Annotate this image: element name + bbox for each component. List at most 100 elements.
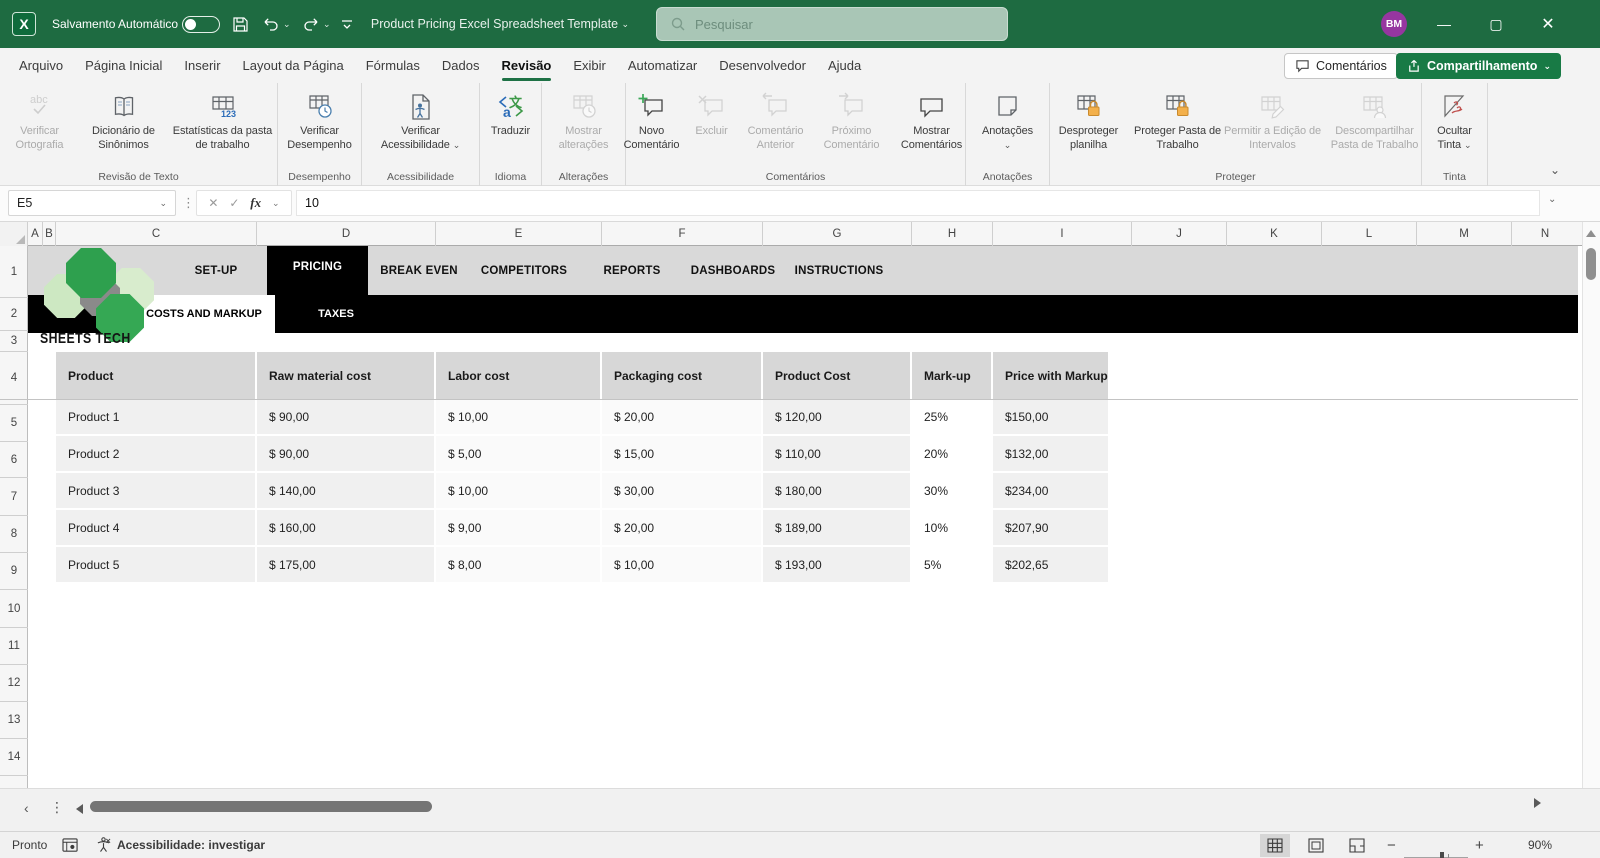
row-header-14[interactable]: 14 (0, 739, 28, 776)
header-product-cost[interactable]: Product Cost (763, 352, 912, 399)
new-comment-button[interactable]: Novo Comentário (618, 90, 686, 153)
redo-button[interactable]: ⌄ (302, 0, 331, 48)
cell-h5[interactable]: 25% (912, 399, 993, 434)
row-header-6[interactable]: 6 (0, 442, 28, 478)
column-header-f[interactable]: F (602, 222, 763, 246)
row-header-13[interactable]: 13 (0, 702, 28, 739)
minimize-button[interactable]: — (1424, 0, 1464, 48)
cell-f5[interactable]: $ 20,00 (602, 399, 763, 434)
select-all-corner[interactable] (0, 222, 28, 246)
tab-desenvolvedor[interactable]: Desenvolvedor (708, 48, 817, 83)
vertical-scroll-thumb[interactable] (1586, 248, 1596, 280)
check-performance-button[interactable]: Verificar Desempenho (280, 90, 360, 153)
cell-i9[interactable]: $202,65 (993, 547, 1108, 582)
fx-dropdown-icon[interactable]: ⌄ (272, 198, 280, 209)
hide-ink-button[interactable]: Ocultar Tinta ⌄ (1426, 90, 1484, 153)
zoom-slider-thumb[interactable] (1440, 852, 1444, 858)
column-header-b[interactable]: B (43, 222, 56, 246)
page-layout-view-button[interactable] (1301, 834, 1331, 857)
page-break-view-button[interactable] (1342, 834, 1372, 857)
customize-quick-access-button[interactable] (340, 0, 354, 48)
normal-view-button[interactable] (1260, 834, 1290, 857)
column-header-e[interactable]: E (436, 222, 602, 246)
sheet-tab-set-up[interactable]: SET-UP (195, 246, 238, 295)
cell-h7[interactable]: 30% (912, 473, 993, 508)
row-header-4[interactable]: 4 (0, 352, 28, 405)
delete-comment-button[interactable]: Excluir (686, 90, 738, 139)
column-header-g[interactable]: G (763, 222, 912, 246)
tab-dados[interactable]: Dados (431, 48, 491, 83)
redo-dropdown[interactable]: ⌄ (323, 19, 331, 30)
row-header-11[interactable]: 11 (0, 628, 28, 665)
cell-d7[interactable]: $ 140,00 (257, 473, 436, 508)
confirm-entry-icon[interactable]: ✓ (229, 196, 239, 210)
row-header-7[interactable]: 7 (0, 478, 28, 516)
document-title[interactable]: Product Pricing Excel Spreadsheet Templa… (370, 0, 630, 48)
column-header-l[interactable]: L (1322, 222, 1417, 246)
sheet-tab-dashboards[interactable]: DASHBOARDS (691, 246, 775, 295)
cell-h8[interactable]: 10% (912, 510, 993, 545)
cell-c5[interactable]: Product 1 (56, 399, 257, 434)
header-packaging-cost[interactable]: Packaging cost (602, 352, 763, 399)
namebox-dropdown-icon[interactable]: ⌄ (159, 198, 167, 209)
protect-workbook-button[interactable]: Proteger Pasta de Trabalho (1133, 90, 1223, 153)
zoom-in-button[interactable]: + (1475, 837, 1484, 854)
zoom-out-button[interactable]: − (1387, 837, 1396, 854)
cell-d9[interactable]: $ 175,00 (257, 547, 436, 582)
share-button[interactable]: Compartilhamento ⌄ (1396, 53, 1561, 79)
cell-d8[interactable]: $ 160,00 (257, 510, 436, 545)
cell-g6[interactable]: $ 110,00 (763, 436, 912, 471)
cell-h6[interactable]: 20% (912, 436, 993, 471)
column-header-j[interactable]: J (1132, 222, 1227, 246)
cell-f7[interactable]: $ 30,00 (602, 473, 763, 508)
column-header-d[interactable]: D (257, 222, 436, 246)
cell-f9[interactable]: $ 10,00 (602, 547, 763, 582)
cell-i8[interactable]: $207,90 (993, 510, 1108, 545)
cell-f8[interactable]: $ 20,00 (602, 510, 763, 545)
next-comment-button[interactable]: Próximo Comentário (814, 90, 890, 153)
row-header-10[interactable]: 10 (0, 590, 28, 628)
show-changes-button[interactable]: Mostrar alterações (546, 90, 622, 153)
previous-comment-button[interactable]: Comentário Anterior (738, 90, 814, 153)
notes-button[interactable]: Anotações ⌄ (972, 90, 1044, 153)
sheet-tabs-menu-icon[interactable]: ⋮ (50, 799, 64, 816)
column-header-i[interactable]: I (993, 222, 1132, 246)
cell-i7[interactable]: $234,00 (993, 473, 1108, 508)
cell-i6[interactable]: $132,00 (993, 436, 1108, 471)
undo-button[interactable]: ⌄ (262, 0, 291, 48)
search-box[interactable]: Pesquisar (656, 7, 1008, 41)
tab-revisao[interactable]: Revisão (491, 48, 563, 83)
show-comments-button[interactable]: Mostrar Comentários (890, 90, 974, 153)
expand-formula-bar-icon[interactable]: ⌄ (1548, 194, 1556, 205)
cell-g9[interactable]: $ 193,00 (763, 547, 912, 582)
header-mark-up[interactable]: Mark-up (912, 352, 993, 399)
header-labor-cost[interactable]: Labor cost (436, 352, 602, 399)
cell-g7[interactable]: $ 180,00 (763, 473, 912, 508)
collapse-ribbon-button[interactable]: ⌄ (1550, 163, 1560, 177)
row-header-2[interactable]: 2 (0, 298, 28, 331)
row-header-1[interactable]: 1 (0, 246, 28, 298)
sheet-tab-instructions[interactable]: INSTRUCTIONS (795, 246, 884, 295)
maximize-button[interactable]: ▢ (1476, 0, 1516, 48)
cell-d5[interactable]: $ 90,00 (257, 399, 436, 434)
undo-dropdown[interactable]: ⌄ (283, 19, 291, 30)
save-button[interactable] (232, 0, 249, 48)
scroll-up-arrow[interactable] (1586, 230, 1596, 237)
cell-e7[interactable]: $ 10,00 (436, 473, 602, 508)
cell-d6[interactable]: $ 90,00 (257, 436, 436, 471)
column-header-n[interactable]: N (1512, 222, 1578, 246)
row-header-5[interactable]: 5 (0, 405, 28, 442)
autosave-toggle[interactable] (182, 16, 220, 33)
row-header-12[interactable]: 12 (0, 665, 28, 702)
vertical-scrollbar[interactable] (1582, 222, 1600, 806)
row-header-3[interactable]: 3 (0, 331, 28, 352)
cancel-entry-icon[interactable]: ✕ (208, 196, 218, 210)
hscroll-left-arrow[interactable] (76, 804, 83, 814)
column-header-m[interactable]: M (1417, 222, 1512, 246)
comments-button[interactable]: Comentários (1284, 53, 1398, 79)
excel-app-icon[interactable]: X (12, 12, 36, 36)
tab-formulas[interactable]: Fórmulas (355, 48, 431, 83)
zoom-level[interactable]: 90% (1528, 838, 1552, 852)
cell-c6[interactable]: Product 2 (56, 436, 257, 471)
cell-h9[interactable]: 5% (912, 547, 993, 582)
